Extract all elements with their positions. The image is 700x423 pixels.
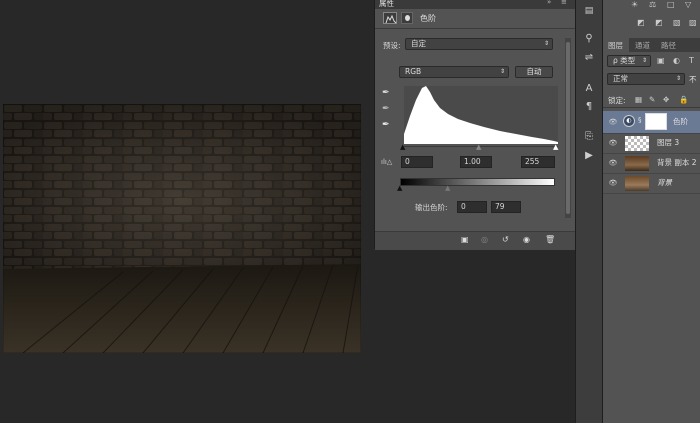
lock-move-icon[interactable]: ✥ (663, 95, 669, 104)
output-black-handle[interactable]: ▲ (397, 184, 402, 192)
filter-label: ρ 类型 (613, 56, 636, 65)
chevron-down-icon: ⇕ (641, 57, 647, 64)
black-eyedropper-icon[interactable]: ✒ (382, 88, 390, 98)
selective-color-icon[interactable]: ◩ (655, 18, 663, 27)
levels-adjustment-icon: ◐ (623, 115, 635, 127)
actions-dock-icon[interactable]: ▶ (583, 150, 595, 162)
view-previous-icon[interactable]: ◎ (481, 235, 488, 244)
input-black-handle[interactable]: ▲ (400, 143, 405, 151)
chevron-updown-icon: ⇕ (499, 68, 505, 75)
preset-label: 预设: (383, 41, 401, 50)
panel-menu-icon[interactable]: ≡ (561, 0, 567, 6)
output-black-field[interactable]: 0 (457, 201, 487, 213)
posterize-icon[interactable]: ▨ (689, 18, 697, 27)
layers-panel: ☀ ⚖ □ ▽ ◩ ◩ ▧ ▨ 图层 通道 路径 ρ 类型 ⇕ ▣ ◐ T 正常 ⇕… (602, 0, 700, 423)
mask-icon[interactable] (401, 12, 413, 24)
output-white-handle[interactable]: ▲ (445, 184, 450, 192)
layer-row-background[interactable]: 👁 背景 (603, 174, 700, 194)
tab-layers[interactable]: 图层 (608, 40, 623, 52)
layer-name: 图层 3 (657, 138, 680, 147)
scrollbar-track[interactable] (565, 38, 571, 218)
channel-select[interactable]: RGB ⇕ (399, 66, 509, 78)
properties-dock-icon[interactable]: ▤ (583, 5, 595, 17)
chevron-updown-icon: ⇕ (675, 75, 681, 82)
layer-row-layer3[interactable]: 👁 图层 3 (603, 134, 700, 154)
image-filter-icon[interactable]: ▣ (657, 56, 665, 65)
lock-all-icon[interactable]: 🔒 (679, 95, 688, 104)
preset-select[interactable]: 自定 ⇕ (405, 38, 553, 50)
character-dock-icon[interactable]: A (583, 83, 595, 95)
lock-transparent-icon[interactable]: ▦ (635, 95, 642, 104)
chevron-updown-icon: ⇕ (543, 40, 549, 47)
channel-value: RGB (405, 67, 422, 76)
type-filter-icon[interactable]: T (689, 56, 694, 65)
square-icon[interactable]: □ (667, 0, 675, 9)
visibility-icon[interactable]: ◉ (523, 235, 530, 244)
input-black-field[interactable]: 0 (401, 156, 433, 168)
brightness-icon[interactable]: ☀ (631, 0, 638, 9)
output-levels-label: 输出色阶: (415, 203, 448, 212)
adjustment-name: 色阶 (420, 14, 436, 23)
lock-paint-icon[interactable]: ✎ (649, 95, 655, 104)
output-white-field[interactable]: 79 (491, 201, 521, 213)
adjust-dock-icon[interactable]: ⇌ (583, 52, 595, 64)
layer-filter-select[interactable]: ρ 类型 ⇕ (607, 55, 651, 67)
threshold-icon[interactable]: ▧ (673, 18, 681, 27)
layer-row-bg-copy2[interactable]: 👁 背景 副本 2 (603, 154, 700, 174)
panel-dock-toolbar: ▤ ⚲ ⇌ A ¶ ⎘ ▶ (575, 0, 602, 423)
layer-name: 背景 副本 2 (657, 158, 697, 167)
blend-mode-value: 正常 (613, 74, 628, 83)
properties-footer: ▣ ◎ ↺ ◉ 🗑 (375, 231, 575, 250)
layer-row-levels[interactable]: 👁 ◐ § 色阶 (603, 111, 700, 134)
properties-tab-bar: 属性 » ≡ (375, 0, 575, 9)
layer-thumb (625, 156, 649, 171)
properties-title: 属性 (379, 0, 394, 8)
blend-mode-select[interactable]: 正常 ⇕ (607, 73, 685, 85)
link-icon[interactable]: § (638, 116, 642, 124)
input-white-handle[interactable]: ▲ (553, 143, 558, 151)
gradient-map-icon[interactable]: ◩ (637, 18, 645, 27)
lock-label: 锁定: (608, 96, 626, 105)
balance-icon[interactable]: ⚖ (649, 0, 656, 9)
eye-icon[interactable]: 👁 (608, 117, 618, 127)
paragraph-dock-icon[interactable]: ¶ (583, 101, 595, 113)
input-gamma-field[interactable]: 1.00 (460, 156, 492, 168)
brick-wall (3, 104, 361, 353)
layer-mask-thumb[interactable] (645, 113, 667, 130)
gray-eyedropper-icon[interactable]: ✒ (382, 104, 390, 114)
clipping-icon[interactable]: ılı△ (381, 158, 392, 166)
white-eyedropper-icon[interactable]: ✒ (382, 120, 390, 130)
auto-button[interactable]: 自动 (515, 66, 553, 78)
layer-thumb (625, 176, 649, 191)
tab-channels[interactable]: 通道 (635, 40, 650, 52)
preset-value: 自定 (411, 39, 426, 48)
properties-panel: 属性 » ≡ 色阶 预设: 自定 ⇕ RGB ⇕ 自动 ✒ ✒ ✒ ▲ ▲ ▲ ıl… (374, 0, 575, 250)
scrollbar-thumb[interactable] (566, 42, 570, 214)
reset-icon[interactable]: ↺ (502, 235, 509, 244)
layer-name: 色阶 (673, 117, 688, 126)
adjust-filter-icon[interactable]: ◐ (673, 56, 680, 65)
eye-icon[interactable]: 👁 (608, 138, 618, 148)
brush-dock-icon[interactable]: ⚲ (583, 33, 595, 45)
eye-icon[interactable]: 👁 (608, 178, 618, 188)
tab-paths[interactable]: 路径 (661, 40, 676, 52)
collapse-icon[interactable]: » (547, 0, 551, 6)
delete-icon[interactable]: 🗑 (545, 235, 555, 244)
filter-icon[interactable]: ▽ (685, 0, 691, 9)
clip-to-layer-icon[interactable]: ▣ (461, 235, 469, 244)
layer-name: 背景 (657, 178, 672, 187)
levels-icon (383, 12, 397, 24)
opacity-label: 不 (689, 75, 697, 84)
divider (375, 28, 575, 29)
eye-icon[interactable]: 👁 (608, 158, 618, 168)
divider (603, 107, 700, 108)
canvas-image[interactable] (3, 104, 361, 353)
history-dock-icon[interactable]: ⎘ (583, 131, 595, 143)
layer-thumb (625, 136, 649, 151)
output-gradient (400, 178, 555, 186)
input-white-field[interactable]: 255 (521, 156, 555, 168)
histogram (404, 86, 558, 144)
input-gamma-handle[interactable]: ▲ (476, 143, 481, 151)
